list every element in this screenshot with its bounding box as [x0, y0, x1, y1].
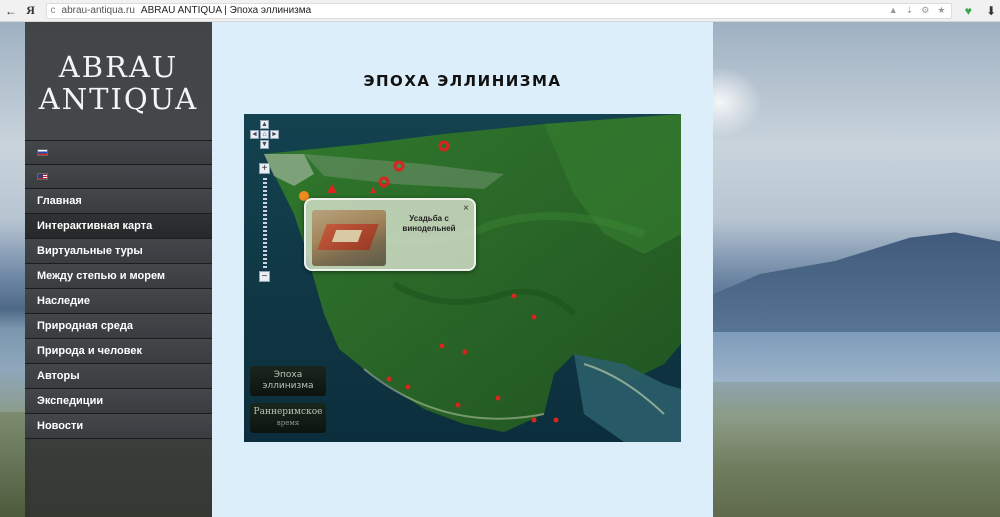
thumbnail-courtyard — [331, 230, 363, 242]
downloads-icon[interactable]: ⬇ — [982, 4, 1000, 18]
map-marker[interactable] — [553, 417, 559, 423]
main-content: Эпоха эллинизма — [212, 22, 713, 517]
language-english[interactable] — [25, 164, 212, 188]
flag-russia-icon — [37, 149, 48, 156]
map-marker[interactable] — [531, 314, 537, 320]
era-button-label: Эпоха эллинизма — [262, 370, 314, 391]
menu-item-interactive-map[interactable]: Интерактивная карта — [25, 213, 212, 238]
map-pan-control: ▲ ◄ ⌂ ► ▼ — [250, 120, 280, 150]
era-button-sublabel: время — [276, 419, 300, 427]
menu-item-virtual-tours[interactable]: Виртуальные туры — [25, 238, 212, 263]
page-heading: Эпоха эллинизма — [363, 72, 562, 90]
close-icon[interactable]: × — [463, 203, 469, 214]
zoom-out-button[interactable]: − — [259, 271, 270, 282]
address-bar-icons: ▲ ⇣ ⚙ ★ — [889, 5, 952, 16]
map-marker[interactable] — [386, 376, 392, 382]
era-early-roman-button[interactable]: Раннеримское время — [250, 403, 326, 433]
menu-divider — [25, 438, 212, 439]
language-russian[interactable] — [25, 140, 212, 164]
map-navigation-control: ▲ ◄ ⌂ ► ▼ + − — [250, 120, 284, 282]
map-marker[interactable] — [462, 349, 468, 355]
bookmark-star-icon[interactable]: ★ — [937, 5, 945, 16]
era-hellenistic-button[interactable]: Эпоха эллинизма — [250, 366, 326, 396]
flag-usa-icon — [37, 173, 48, 180]
pan-up-icon[interactable]: ▲ — [260, 120, 269, 129]
map-popup: Усадьба с винодельней × — [304, 198, 476, 271]
zoom-in-button[interactable]: + — [259, 163, 270, 174]
pan-home-icon[interactable]: ⌂ — [260, 130, 269, 139]
pan-right-icon[interactable]: ► — [270, 130, 279, 139]
settings-icon[interactable]: ⚙ — [921, 5, 929, 16]
reload-icon[interactable]: c — [51, 5, 56, 16]
pan-down-icon[interactable]: ▼ — [260, 140, 269, 149]
map-marker[interactable] — [455, 402, 461, 408]
background-lake — [700, 332, 1000, 382]
site-logo[interactable]: ABRAU ANTIQUA — [25, 22, 212, 140]
era-button-label: Раннеримское — [253, 407, 323, 417]
map-marker[interactable] — [495, 395, 501, 401]
menu-item-heritage[interactable]: Наследие — [25, 288, 212, 313]
browser-toolbar: ← Я c abrau-antiqua.ru ABRAU ANTIQUA | Э… — [0, 0, 1000, 22]
menu-item-nature-and-man[interactable]: Природа и человек — [25, 338, 212, 363]
address-bar[interactable]: c abrau-antiqua.ru ABRAU ANTIQUA | Эпоха… — [45, 2, 953, 19]
menu-item-news[interactable]: Новости — [25, 413, 212, 438]
menu-item-expeditions[interactable]: Экспедиции — [25, 388, 212, 413]
back-arrow-icon[interactable]: ← — [0, 4, 22, 18]
sidebar: ABRAU ANTIQUA Главная Интерактивная карт… — [25, 22, 212, 517]
logo-line-2: ANTIQUA — [38, 82, 199, 116]
page-title-in-address: ABRAU ANTIQUA | Эпоха эллинизма — [140, 5, 312, 16]
url-text: abrau-antiqua.ru — [61, 5, 135, 16]
pan-left-icon[interactable]: ◄ — [250, 130, 259, 139]
menu-item-home[interactable]: Главная — [25, 188, 212, 213]
map-marker[interactable] — [405, 384, 411, 390]
yandex-logo-icon[interactable]: Я — [22, 3, 40, 18]
menu-item-steppe-and-sea[interactable]: Между степью и морем — [25, 263, 212, 288]
map-marker[interactable] — [531, 417, 537, 423]
menu-item-authors[interactable]: Авторы — [25, 363, 212, 388]
map-marker[interactable] — [511, 293, 517, 299]
popup-title: Усадьба с винодельней — [402, 214, 456, 233]
logo-line-1: ABRAU — [58, 50, 179, 84]
popup-thumbnail[interactable] — [312, 210, 386, 266]
zoom-slider[interactable] — [263, 178, 267, 268]
menu-item-natural-environment[interactable]: Природная среда — [25, 313, 212, 338]
download-page-icon[interactable]: ⇣ — [906, 5, 914, 16]
map-marker[interactable] — [439, 343, 445, 349]
protect-shield-icon[interactable]: ♥ — [960, 4, 976, 18]
interactive-map[interactable]: ▲ ◄ ⌂ ► ▼ + − Усадьба с винодельней × Эп… — [244, 114, 681, 442]
reader-icon[interactable]: ▲ — [889, 5, 898, 16]
